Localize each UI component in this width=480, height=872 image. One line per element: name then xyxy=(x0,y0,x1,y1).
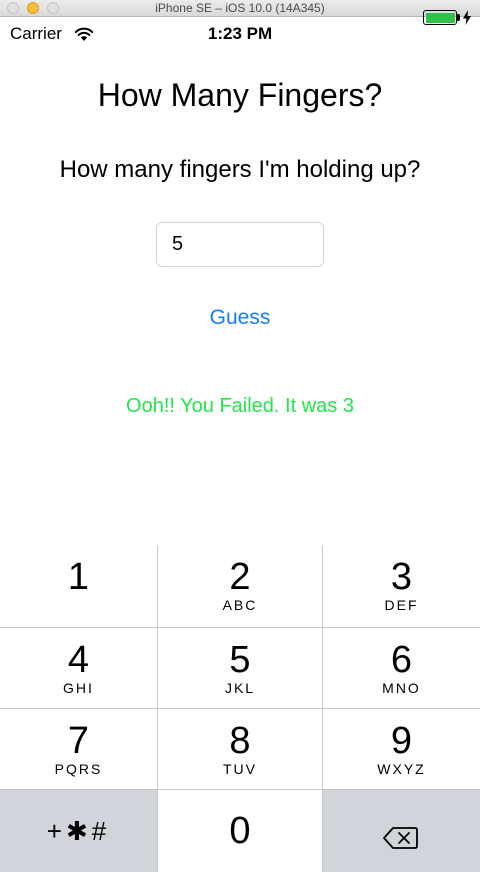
key-letters: PQRS xyxy=(54,761,103,777)
key-digit: 8 xyxy=(229,720,251,762)
key-letters: JKL xyxy=(224,680,256,696)
key-8[interactable]: 8 TUV xyxy=(158,709,322,789)
symbols-label: +✱# xyxy=(46,816,111,846)
key-digit: 6 xyxy=(390,639,413,681)
battery-nub xyxy=(457,14,460,21)
key-7[interactable]: 7 PQRS xyxy=(0,709,157,789)
keypad-divider xyxy=(0,789,480,790)
key-digit: 2 xyxy=(229,556,251,598)
key-letters: WXYZ xyxy=(377,761,426,777)
key-digit: 9 xyxy=(390,720,413,762)
keypad-divider xyxy=(0,708,480,709)
key-5[interactable]: 5 JKL xyxy=(158,628,322,708)
key-digit: 1 xyxy=(67,556,90,598)
keypad-divider xyxy=(0,627,480,628)
key-digit: 5 xyxy=(229,639,251,681)
number-pad: 1 2 ABC 3 DEF 4 GHI 5 JKL 6 MNO 7 PQRS 8… xyxy=(0,545,480,872)
page-title: How Many Fingers? xyxy=(97,77,383,113)
charging-bolt-icon xyxy=(463,10,471,25)
question-label: How many fingers I'm holding up? xyxy=(59,156,421,183)
delete-left-icon xyxy=(383,827,418,849)
simulator-titlebar: iPhone SE – iOS 10.0 (14A345) xyxy=(0,0,480,17)
key-digit: 4 xyxy=(67,639,90,681)
key-4[interactable]: 4 GHI xyxy=(0,628,157,708)
key-letters: MNO xyxy=(382,680,421,696)
simulator-title: iPhone SE – iOS 10.0 (14A345) xyxy=(155,1,325,15)
status-time: 1:23 PM xyxy=(207,24,273,43)
key-digit: 7 xyxy=(67,720,90,762)
status-bar: Carrier 1:23 PM xyxy=(0,17,480,49)
key-letters: DEF xyxy=(384,597,419,613)
key-letters: TUV xyxy=(223,761,257,777)
battery-level xyxy=(425,12,455,23)
key-symbols[interactable]: +✱# xyxy=(0,790,157,872)
key-letters: ABC xyxy=(222,597,258,613)
key-6[interactable]: 6 MNO xyxy=(323,628,480,708)
key-digit: 0 xyxy=(229,810,251,852)
result-message: Ooh!! You Failed. It was 3 xyxy=(126,395,354,417)
key-3[interactable]: 3 DEF xyxy=(323,545,480,627)
key-1[interactable]: 1 xyxy=(0,545,157,627)
key-digit: 3 xyxy=(390,556,413,598)
guess-button[interactable]: Guess xyxy=(190,303,290,333)
key-letters: GHI xyxy=(63,680,94,696)
key-9[interactable]: 9 WXYZ xyxy=(323,709,480,789)
key-2[interactable]: 2 ABC xyxy=(158,545,322,627)
guess-input[interactable] xyxy=(156,222,324,267)
key-0[interactable]: 0 xyxy=(158,790,322,872)
battery-icon xyxy=(423,10,457,25)
